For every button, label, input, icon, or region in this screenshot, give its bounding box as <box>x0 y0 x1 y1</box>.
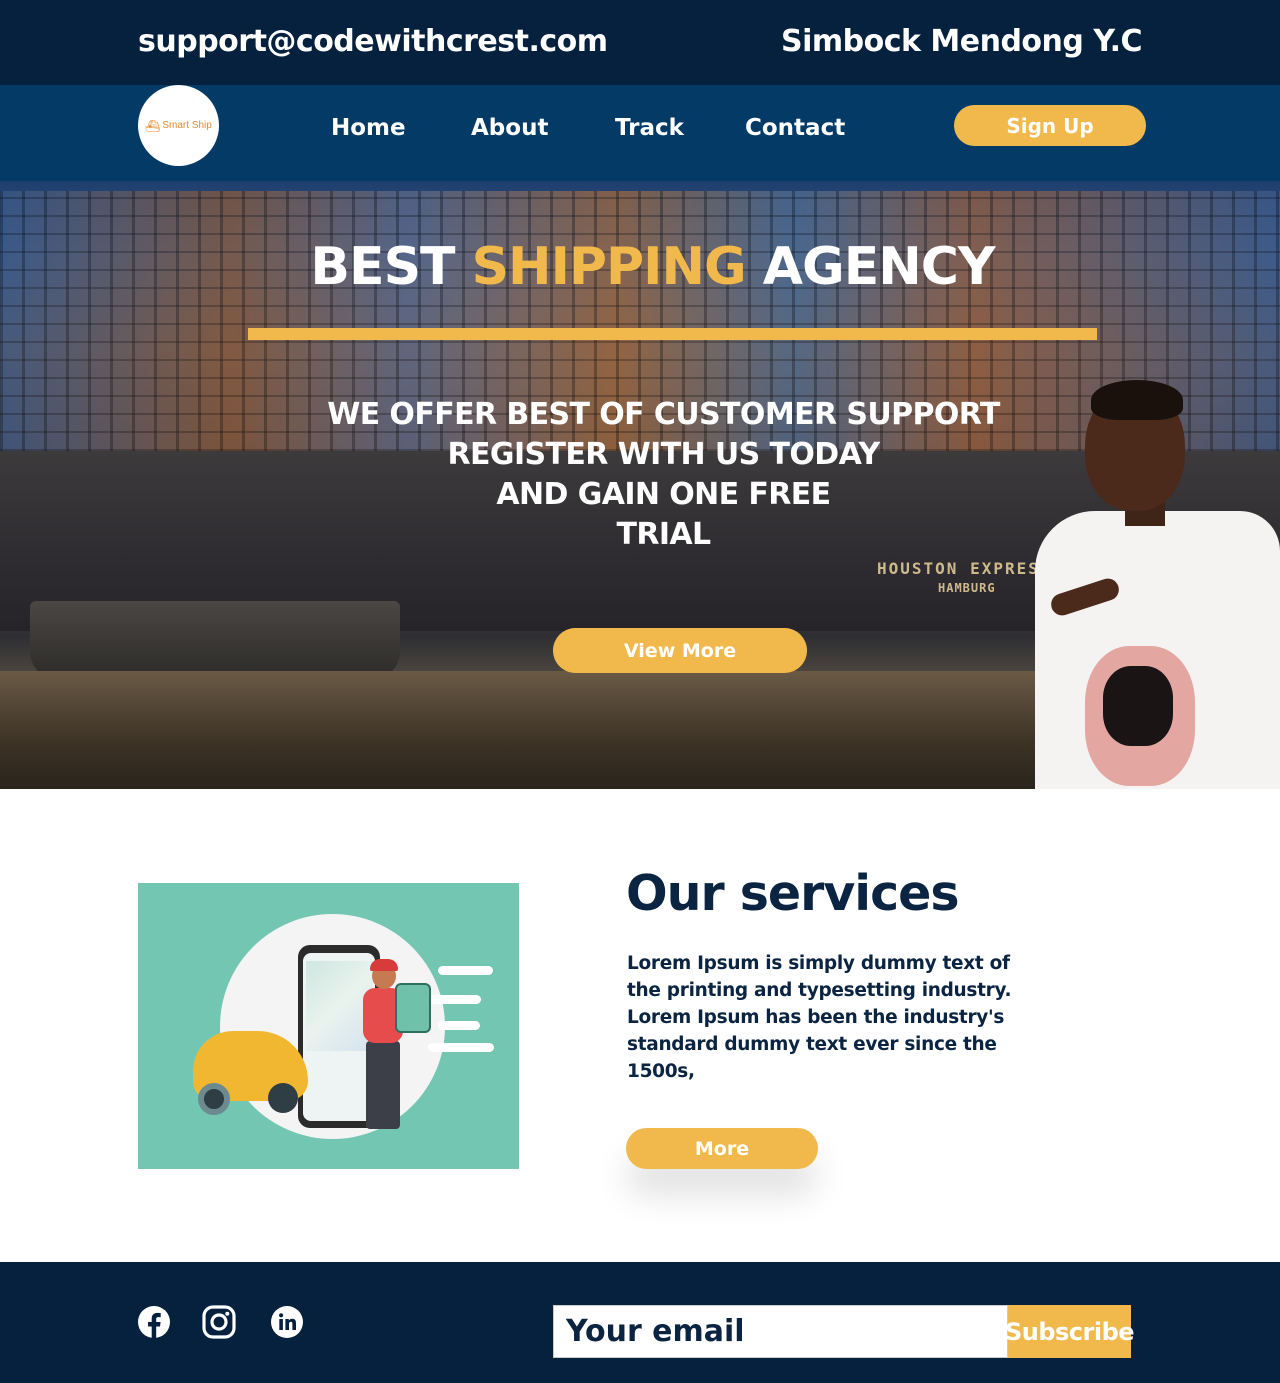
tugboat-background <box>30 601 400 681</box>
speed-line <box>438 966 493 975</box>
scooter-wheel <box>268 1083 298 1113</box>
instagram-icon[interactable] <box>202 1305 236 1339</box>
smart-ship-logo[interactable]: ⛴ Smart Ship <box>138 85 219 166</box>
top-bar: support@codewithcrest.com Simbock Mendon… <box>0 0 1280 85</box>
newsletter-email-input[interactable] <box>553 1305 1008 1358</box>
facebook-icon[interactable] <box>137 1305 171 1339</box>
nav-link-home[interactable]: Home <box>331 115 406 141</box>
main-navbar: ⛴ Smart Ship Home About Track Contact Si… <box>0 85 1280 181</box>
nav-link-contact[interactable]: Contact <box>745 115 845 141</box>
logo-text: Smart Ship <box>162 120 212 131</box>
hero-subtitle-line: AND GAIN ONE FREE <box>496 477 831 512</box>
view-more-button[interactable]: View More <box>553 628 807 673</box>
hero-banner: HOUSTON EXPRES HAMBURG BEST SHIPPING AGE… <box>0 181 1280 789</box>
sign-up-button[interactable]: Sign Up <box>954 105 1146 146</box>
hero-title-accent: SHIPPING <box>471 237 747 297</box>
services-section: Our services Lorem Ipsum is simply dummy… <box>0 789 1280 1262</box>
owner-name: Simbock Mendong Y.C <box>780 24 1143 59</box>
delivery-bag <box>395 983 431 1033</box>
ship-icon: ⛴ <box>145 118 161 133</box>
support-email[interactable]: support@codewithcrest.com <box>138 24 608 59</box>
courier-legs <box>366 1041 400 1129</box>
linkedin-icon[interactable] <box>270 1305 304 1339</box>
services-description: Lorem Ipsum is simply dummy text of the … <box>627 953 1012 1082</box>
hero-title-part2: AGENCY <box>762 237 996 297</box>
services-title: Our services <box>626 865 960 922</box>
footer: Subscribe <box>0 1262 1280 1383</box>
shirt-print-center <box>1103 666 1173 746</box>
courier-cap <box>370 959 398 971</box>
delivery-illustration <box>138 883 519 1169</box>
hero-subtitle-line: TRIAL <box>616 517 711 552</box>
speed-line <box>423 995 481 1004</box>
scooter-wheel <box>198 1083 230 1115</box>
hero-title-part1: BEST <box>310 237 455 297</box>
speed-line <box>428 1043 494 1052</box>
speed-line <box>438 1021 480 1030</box>
nav-link-about[interactable]: About <box>471 115 548 141</box>
hero-subtitle-line: REGISTER WITH US TODAY <box>447 437 881 472</box>
hero-title: BEST SHIPPING AGENCY <box>0 237 1280 297</box>
ship-hull-port: HAMBURG <box>938 581 996 595</box>
hero-subtitle-line: WE OFFER BEST OF CUSTOMER SUPPORT <box>327 397 1000 432</box>
subscribe-button[interactable]: Subscribe <box>1005 1305 1135 1358</box>
more-button[interactable]: More <box>626 1128 818 1169</box>
nav-link-track[interactable]: Track <box>615 115 684 141</box>
hero-subtitle: WE OFFER BEST OF CUSTOMER SUPPORT REGIST… <box>0 395 1280 555</box>
hero-divider <box>248 328 1097 340</box>
